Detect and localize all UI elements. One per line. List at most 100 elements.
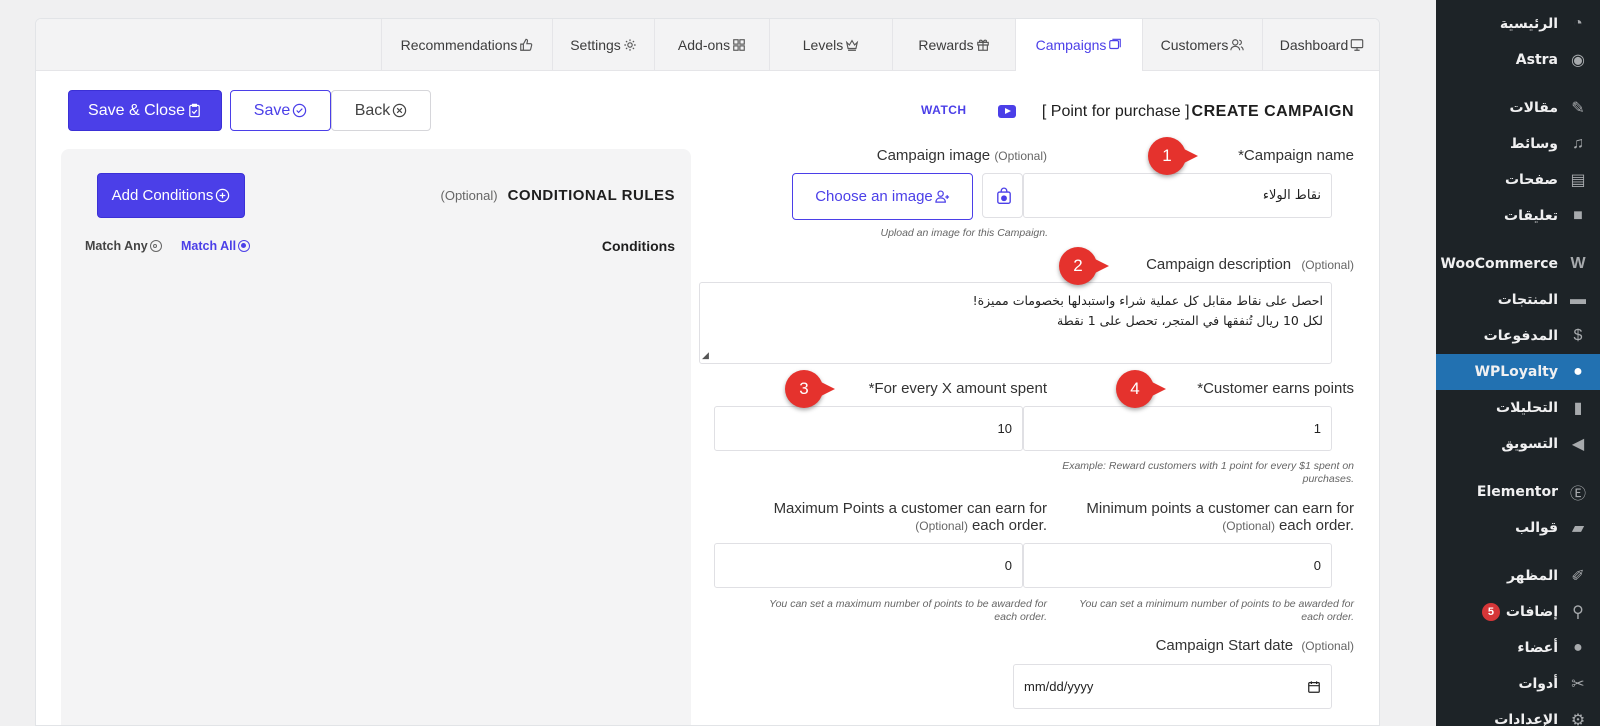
sidebar-item-templates[interactable]: قوالب ▰ — [1436, 510, 1600, 546]
match-all-option[interactable]: Match All — [181, 239, 251, 253]
tab-campaigns[interactable]: Campaigns — [1015, 19, 1142, 71]
label-line: each order. — [1278, 517, 1354, 535]
optional-label: (Optional) — [1222, 519, 1275, 534]
sidebar-item-elementor[interactable]: Elementor Ⓔ — [1436, 474, 1600, 510]
start-date-input[interactable]: mm/dd/yyyy — [1013, 664, 1332, 709]
sidebar-item-plugins[interactable]: 5 إضافات ⚲ — [1436, 594, 1600, 630]
sidebar-item-label: إضافات — [1505, 604, 1558, 620]
choose-image-button[interactable]: Choose an image — [792, 173, 973, 220]
sidebar-item-appearance[interactable]: المظهر ✐ — [1436, 558, 1600, 594]
sidebar-item-products[interactable]: المنتجات ▬ — [1436, 282, 1600, 318]
campaign-name-input[interactable]: نقاط الولاء — [1023, 173, 1332, 218]
campaign-name-title: [ Point for purchase ] — [1041, 103, 1190, 120]
start-date-label: Campaign Start date (Optional) — [1156, 637, 1354, 654]
match-any-option[interactable]: Match Any — [85, 239, 162, 253]
tab-label: Add-ons — [677, 37, 731, 53]
sidebar-item-media[interactable]: وسائط ♫ — [1436, 126, 1600, 162]
tab-levels[interactable]: Levels — [769, 19, 892, 71]
add-conditions-button[interactable]: Add Conditions — [97, 173, 245, 218]
calendar-icon[interactable] — [1307, 680, 1321, 694]
tab-recommendations[interactable]: Recommendations — [381, 19, 552, 71]
sidebar-item-posts[interactable]: مقالات ✎ — [1436, 90, 1600, 126]
sidebar-item-label: وسائط — [1510, 136, 1558, 152]
sidebar-item-comments[interactable]: تعليقات ■ — [1436, 198, 1600, 234]
sidebar-item-marketing[interactable]: التسويق ◀ — [1436, 426, 1600, 462]
youtube-icon[interactable] — [998, 105, 1016, 118]
page-gutter — [1414, 0, 1436, 726]
sidebar-item-woocommerce[interactable]: WooCommerce W — [1436, 246, 1600, 282]
close-circle-icon — [393, 103, 407, 118]
back-button[interactable]: Back — [331, 90, 431, 131]
plugin-tabs: Dashboard Customers Campaigns Rewards Le… — [36, 19, 1379, 71]
analytics-icon: ▮ — [1573, 400, 1583, 417]
tab-rewards[interactable]: Rewards — [892, 19, 1015, 71]
image-preview-button[interactable] — [982, 173, 1023, 218]
comments-icon: ■ — [1573, 207, 1583, 224]
label-text: Campaign image — [876, 147, 991, 164]
input-value: 0 — [1313, 558, 1321, 573]
products-icon: ▬ — [1570, 291, 1586, 308]
tab-dashboard[interactable]: Dashboard — [1262, 19, 1379, 71]
pin-icon: ✎ — [1571, 100, 1585, 117]
image-bag-icon — [996, 187, 1011, 204]
plugin-icon: ⚲ — [1572, 604, 1584, 621]
amount-spent-input[interactable]: 10 — [714, 406, 1023, 451]
tab-label: Dashboard — [1279, 37, 1349, 53]
sidebar-item-settings[interactable]: الإعدادات ⚙ — [1436, 702, 1600, 726]
sidebar-item-label: المدفوعات — [1483, 328, 1558, 344]
sidebar-item-label: المظهر — [1506, 568, 1558, 584]
tab-label: Customers — [1160, 37, 1229, 53]
annotation-marker-2: 2 — [1059, 247, 1109, 285]
plus-circle-icon — [216, 188, 230, 203]
label-line: each order. — [971, 517, 1047, 535]
min-points-label: Minimum points a customer can earn for (… — [1086, 500, 1354, 535]
sidebar-item-payments[interactable]: المدفوعات $ — [1436, 318, 1600, 354]
sidebar-item-pages[interactable]: صفحات ▤ — [1436, 162, 1600, 198]
sidebar-item-home[interactable]: الرئيسية ◔ — [1436, 6, 1600, 42]
watch-video-link[interactable]: WATCH — [921, 103, 967, 117]
sidebar-item-users[interactable]: أعضاء ● — [1436, 630, 1600, 666]
sidebar-item-astra[interactable]: Astra ◉ — [1436, 42, 1600, 78]
sidebar-item-label: مقالات — [1509, 100, 1559, 116]
tab-label: Levels — [802, 37, 844, 53]
admin-sidebar: الرئيسية ◔ Astra ◉ مقالات ✎ وسائط ♫ صفحا… — [1428, 0, 1600, 726]
hint-line: each order. — [1301, 610, 1354, 623]
wployalty-icon: ● — [1573, 363, 1583, 380]
tab-addons[interactable]: Add-ons — [654, 19, 769, 71]
input-value: 0 — [1004, 558, 1012, 573]
save-close-button[interactable]: Save & Close — [68, 90, 222, 131]
button-label: Back — [354, 101, 391, 119]
for-every-label: *For every X amount spent — [868, 380, 1047, 397]
settings-icon: ⚙ — [1570, 712, 1586, 726]
hint-line: purchases. — [1302, 472, 1354, 485]
watch-label: WATCH — [921, 103, 967, 117]
tab-customers[interactable]: Customers — [1142, 19, 1262, 71]
annotation-marker-3: 3 — [785, 370, 835, 408]
campaign-description-textarea[interactable]: احصل على نقاط مقابل كل عملية شراء واستبد… — [699, 282, 1332, 364]
resize-handle-icon[interactable]: ◢ — [702, 349, 709, 363]
sidebar-item-label: الإعدادات — [1494, 712, 1558, 726]
sidebar-item-wployalty[interactable]: WPLoyalty ● — [1428, 354, 1600, 390]
conditions-panel: Add Conditions (Optional) CONDITIONAL RU… — [61, 149, 691, 725]
button-label: Save & Close — [88, 101, 185, 119]
conditional-rules-heading: (Optional) CONDITIONAL RULES — [441, 187, 675, 204]
sidebar-item-analytics[interactable]: التحليلات ▮ — [1436, 390, 1600, 426]
sidebar-item-label: قوالب — [1515, 520, 1558, 536]
sidebar-item-tools[interactable]: أدوات ✂ — [1436, 666, 1600, 702]
page-title: [ Point for purchase ] CREATE CAMPAIGN — [1042, 103, 1354, 121]
conditional-rules-title: CONDITIONAL RULES — [507, 187, 675, 204]
pages-icon: ▤ — [1570, 172, 1586, 189]
max-points-input[interactable]: 0 — [714, 543, 1023, 588]
sidebar-item-label: التحليلات — [1496, 400, 1558, 416]
payments-icon: $ — [1573, 327, 1583, 344]
hint-line: You can set a maximum number of points t… — [769, 598, 1047, 610]
sidebar-item-label: صفحات — [1504, 172, 1558, 188]
thumbs-up-icon — [520, 38, 533, 51]
media-icon: ♫ — [1572, 135, 1584, 152]
min-points-input[interactable]: 0 — [1023, 543, 1332, 588]
customer-earns-input[interactable]: 1 — [1023, 406, 1332, 451]
tab-settings[interactable]: Settings — [552, 19, 654, 71]
megaphone-icon: ◀ — [1571, 436, 1585, 453]
input-value: 1 — [1313, 421, 1321, 436]
save-button[interactable]: Save — [230, 90, 331, 131]
